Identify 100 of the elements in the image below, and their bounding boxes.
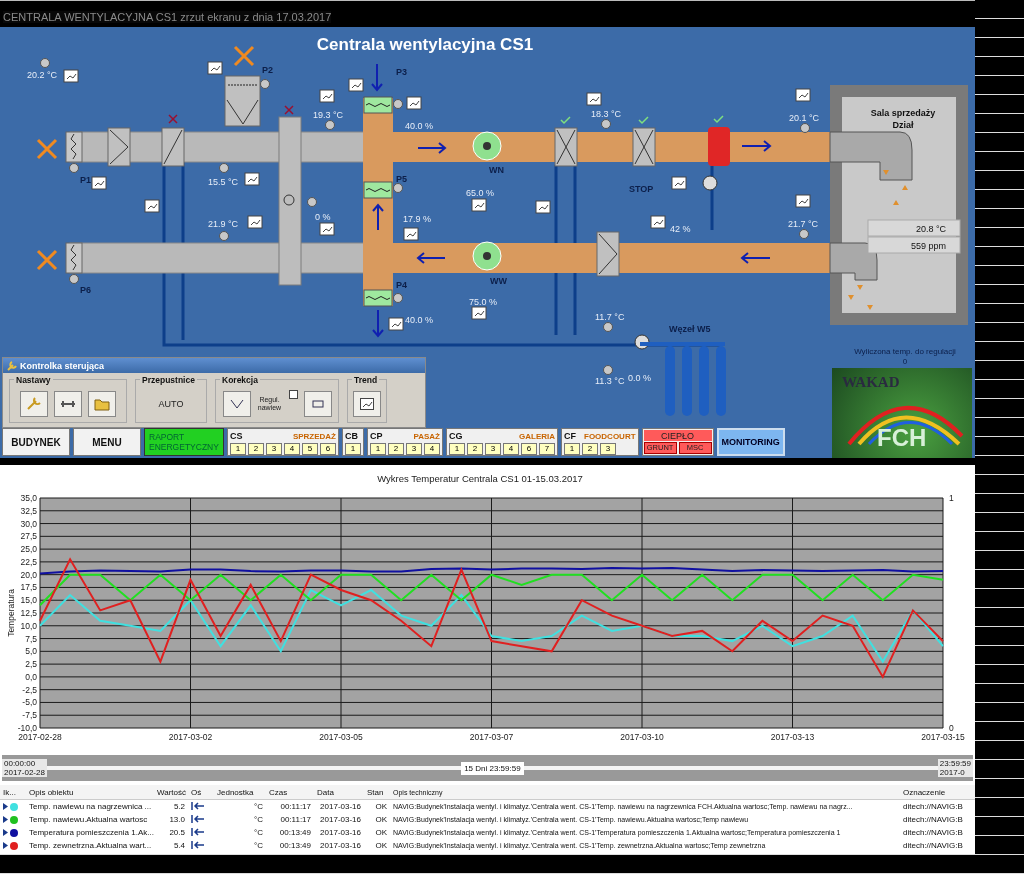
component-label: P1 <box>80 175 91 185</box>
column-header[interactable]: Ik... <box>0 787 26 797</box>
trend-icon[interactable] <box>671 176 687 190</box>
unit-number-button[interactable]: 4 <box>284 443 300 455</box>
room-name: Sala sprzedaży <box>870 108 936 118</box>
column-header[interactable]: Opis obiektu <box>26 787 154 797</box>
report-button[interactable]: RAPORT ENERGETYCZNY <box>144 428 224 456</box>
column-header[interactable]: Czas <box>266 787 314 797</box>
y-tick-label: 25,0 <box>20 544 37 555</box>
column-header[interactable]: Data <box>314 787 364 797</box>
y-tick-label: 5,0 <box>25 646 37 657</box>
sensor-icon[interactable] <box>219 231 229 241</box>
sensor-icon[interactable] <box>800 123 810 133</box>
sensor-reading: 0.0 % <box>628 373 651 383</box>
column-header[interactable]: Wartość <box>154 787 188 797</box>
sensor-icon[interactable] <box>393 99 403 109</box>
column-header[interactable]: Oznaczenie <box>900 787 972 797</box>
unit-number-button[interactable]: 4 <box>503 443 519 455</box>
x-tick-label: 2017-03-02 <box>168 732 213 742</box>
unit-number-button[interactable]: 6 <box>521 443 537 455</box>
column-header[interactable]: Oś <box>188 787 214 797</box>
sensor-icon[interactable] <box>393 183 403 193</box>
unit-number-button[interactable]: 2 <box>388 443 404 455</box>
sensor-reading: 18.3 °C <box>591 109 622 119</box>
trend-icon[interactable] <box>91 176 107 190</box>
trend-icon[interactable] <box>207 61 223 75</box>
unit-number-button[interactable]: 2 <box>467 443 483 455</box>
trend-icon[interactable] <box>319 89 335 103</box>
nav-button[interactable]: MENU <box>73 428 141 456</box>
unit-number-button[interactable]: 3 <box>406 443 422 455</box>
unit-number-button[interactable]: 3 <box>600 443 616 455</box>
group-title: Korekcja <box>220 375 260 385</box>
unit-number-button[interactable]: 1 <box>449 443 465 455</box>
sensor-icon[interactable] <box>219 163 229 173</box>
calc-value: 0 <box>902 357 908 366</box>
trend-icon[interactable] <box>144 199 160 213</box>
sensor-icon[interactable] <box>603 365 613 375</box>
time-range-slider[interactable]: 00:00:00 2017-02-28 15 Dni 23:59:59 23:59:59 2017-0 <box>2 755 973 781</box>
nav-button[interactable]: BUDYNEK <box>2 428 70 456</box>
table-cell-text: °C <box>253 802 264 811</box>
trend-icon[interactable] <box>471 306 487 320</box>
trend-icon[interactable] <box>403 227 419 241</box>
trend-icon[interactable] <box>471 198 487 212</box>
unit-number-button[interactable]: 3 <box>266 443 282 455</box>
unit-number-button[interactable]: 1 <box>230 443 246 455</box>
column-header[interactable]: Jednostka <box>214 787 266 797</box>
trend-icon[interactable] <box>247 215 263 229</box>
table-cell-text: 2017-03-16 <box>319 828 362 837</box>
left-axis-icon <box>191 814 205 823</box>
sensor-icon[interactable] <box>69 274 79 284</box>
sensor-icon[interactable] <box>69 163 79 173</box>
sensor-icon[interactable] <box>325 120 335 130</box>
unit-number-button[interactable]: 2 <box>582 443 598 455</box>
sensor-reading: 20.2 °C <box>27 70 58 80</box>
correction-button[interactable] <box>222 391 251 417</box>
trend-icon[interactable] <box>406 96 422 110</box>
trend-icon[interactable] <box>348 78 364 92</box>
checkbox[interactable] <box>288 390 298 399</box>
nav-button[interactable]: MONITORING <box>716 428 785 456</box>
column-header[interactable]: Stan <box>364 787 390 797</box>
trend-icon[interactable] <box>795 88 811 102</box>
left-axis-icon <box>191 827 205 836</box>
trend-icon[interactable] <box>650 215 666 229</box>
trend-icon[interactable] <box>586 92 602 106</box>
unit-number-button[interactable]: 1 <box>370 443 386 455</box>
y-tick-label: -7,5 <box>22 710 37 721</box>
trend-icon[interactable] <box>63 69 79 83</box>
sensor-icon[interactable] <box>799 229 809 239</box>
unit-number-button[interactable]: 7 <box>539 443 555 455</box>
trend-icon[interactable] <box>388 317 404 331</box>
settings-button[interactable] <box>20 391 48 417</box>
sensor-icon[interactable] <box>393 293 403 303</box>
heat-button[interactable]: CIEPŁO <box>643 430 712 441</box>
check-icon <box>713 115 724 124</box>
sensor-icon[interactable] <box>40 58 50 68</box>
trend-icon[interactable] <box>535 200 551 214</box>
trend-button[interactable] <box>353 391 381 417</box>
chart-title: Wykres Temperatur Centrala CS1 01-15.03.2017 <box>377 473 583 484</box>
y-tick-label: -2,5 <box>22 684 37 695</box>
unit-number-button[interactable]: 4 <box>424 443 440 455</box>
component-label: Węzeł W5 <box>669 324 711 334</box>
unit-number-button[interactable]: 1 <box>564 443 580 455</box>
sensor-icon[interactable] <box>603 322 613 332</box>
open-folder-button[interactable] <box>88 391 116 417</box>
unit-number-button[interactable]: 5 <box>302 443 318 455</box>
table-cell-text: 00:11:17 <box>279 802 312 811</box>
correction-button[interactable] <box>303 391 332 417</box>
trend-icon[interactable] <box>319 222 335 236</box>
unit-number-button[interactable]: 2 <box>248 443 264 455</box>
sensor-icon[interactable] <box>601 119 611 129</box>
sensor-icon[interactable] <box>260 79 270 89</box>
table-cell-text: Temperatura pomieszczenia 1.Ak... <box>28 828 154 837</box>
tools-button[interactable] <box>54 391 82 417</box>
group-title: Nastawy <box>14 375 53 385</box>
unit-number-button[interactable]: 6 <box>320 443 336 455</box>
unit-number-button[interactable]: 1 <box>345 443 361 455</box>
unit-number-button[interactable]: 3 <box>485 443 501 455</box>
trend-icon[interactable] <box>795 194 811 208</box>
sensor-icon[interactable] <box>307 197 317 207</box>
trend-icon[interactable] <box>244 172 260 186</box>
